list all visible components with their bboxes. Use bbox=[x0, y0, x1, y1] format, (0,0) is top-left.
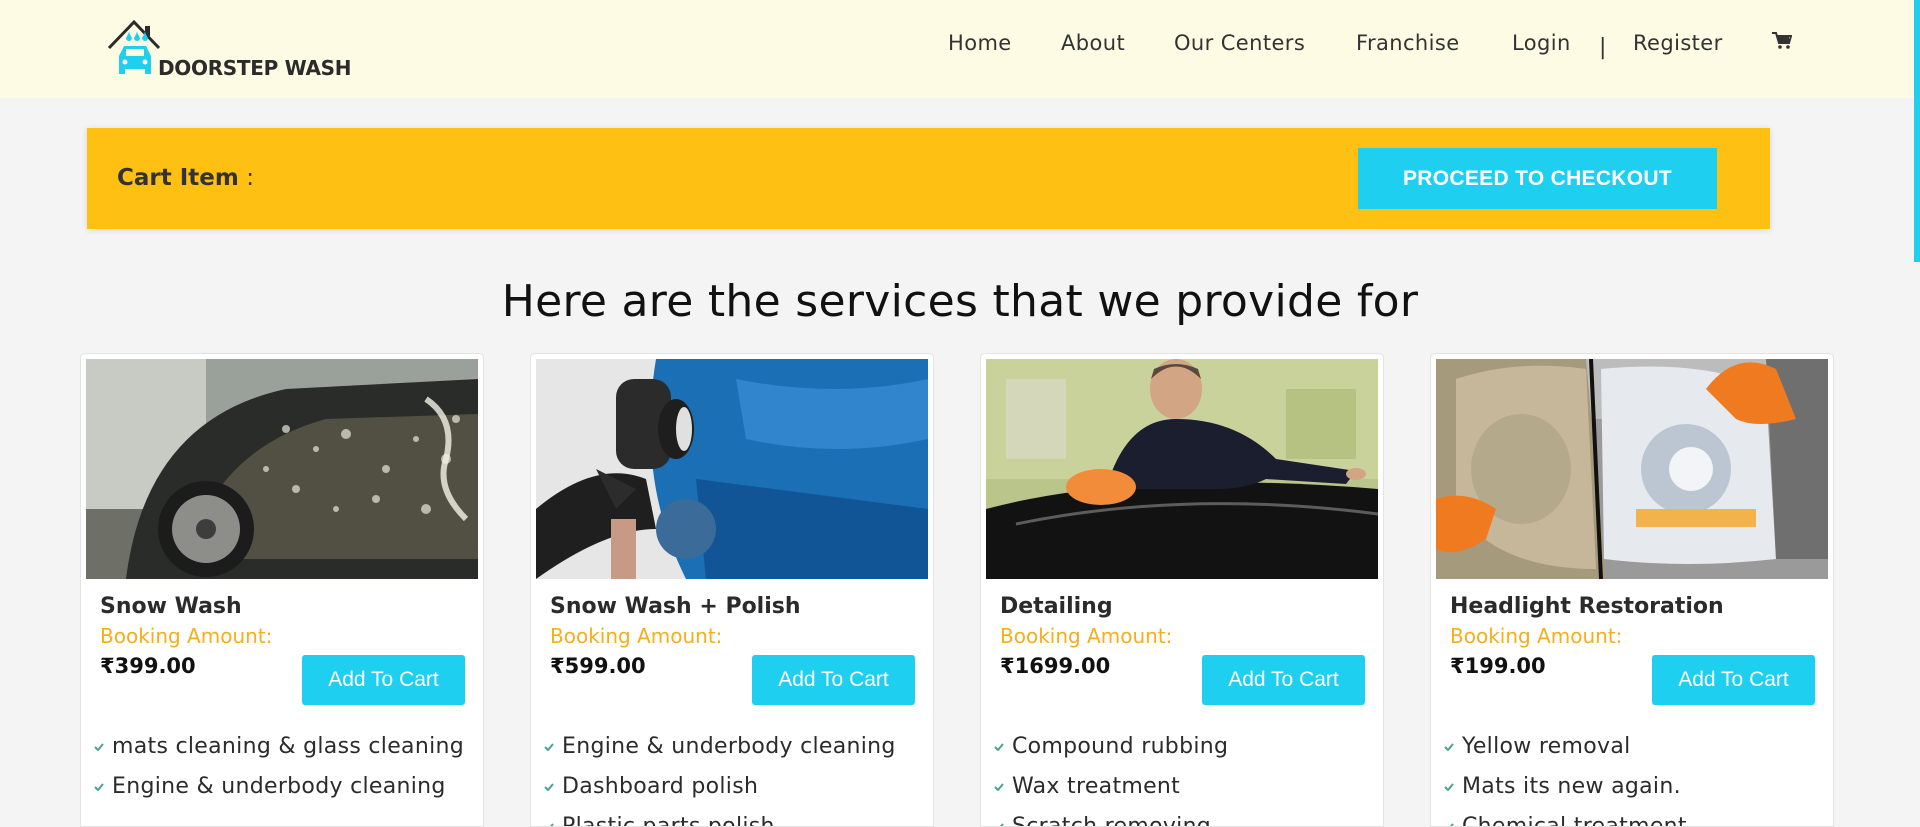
nav-separator: | bbox=[1599, 35, 1607, 60]
service-card: Detailing Booking Amount: ₹1699.00 Add T… bbox=[980, 353, 1384, 827]
shopping-cart-icon[interactable] bbox=[1772, 32, 1792, 50]
cart-item-colon: : bbox=[246, 165, 254, 191]
feature-text: Engine & underbody cleaning bbox=[562, 734, 896, 759]
service-title: Snow Wash + Polish bbox=[550, 594, 801, 619]
service-title: Snow Wash bbox=[100, 594, 242, 619]
feature-item: Chemical treatment bbox=[1444, 811, 1824, 827]
service-price: ₹399.00 bbox=[100, 654, 196, 678]
cart-bar: Cart Item : Proceed to checkout bbox=[87, 128, 1770, 229]
feature-text: Plastic parts polish bbox=[562, 814, 775, 827]
nav-home[interactable]: Home bbox=[948, 31, 1012, 55]
check-icon bbox=[1000, 823, 1004, 826]
feature-text: Scratch removing bbox=[1012, 814, 1212, 827]
feature-list: Compound rubbing Wax treatment Scratch r… bbox=[994, 731, 1374, 827]
services-heading: Here are the services that we provide fo… bbox=[501, 276, 1419, 327]
service-card: Snow Wash + Polish Booking Amount: ₹599.… bbox=[530, 353, 934, 827]
check-icon bbox=[94, 783, 104, 791]
car-detailing-photo bbox=[986, 359, 1378, 579]
check-icon bbox=[550, 823, 554, 826]
service-title: Headlight Restoration bbox=[1450, 594, 1724, 619]
feature-text: Mats its new again. bbox=[1462, 774, 1681, 799]
service-card: Headlight Restoration Booking Amount: ₹1… bbox=[1430, 353, 1834, 827]
feature-item: Engine & underbody cleaning bbox=[544, 731, 924, 763]
booking-amount-label: Booking Amount: bbox=[1000, 624, 1173, 648]
feature-list: Yellow removal Mats its new again. Chemi… bbox=[1444, 731, 1824, 827]
check-icon bbox=[994, 743, 1004, 751]
car-polishing-photo bbox=[536, 359, 928, 579]
feature-text: Yellow removal bbox=[1462, 734, 1631, 759]
feature-item: Mats its new again. bbox=[1444, 771, 1824, 803]
service-price: ₹199.00 bbox=[1450, 654, 1546, 678]
add-to-cart-button[interactable]: Add To Cart bbox=[1652, 655, 1815, 705]
booking-amount-label: Booking Amount: bbox=[550, 624, 723, 648]
check-icon bbox=[1450, 823, 1454, 826]
nav-franchise[interactable]: Franchise bbox=[1356, 31, 1460, 55]
nav-login[interactable]: Login bbox=[1512, 31, 1571, 55]
check-icon bbox=[544, 743, 554, 751]
feature-item: mats cleaning & glass cleaning bbox=[94, 731, 474, 763]
nav-about[interactable]: About bbox=[1061, 31, 1125, 55]
feature-text: Engine & underbody cleaning bbox=[112, 774, 446, 799]
booking-amount-label: Booking Amount: bbox=[1450, 624, 1623, 648]
feature-text: Compound rubbing bbox=[1012, 734, 1229, 759]
feature-text: Wax treatment bbox=[1012, 774, 1181, 799]
feature-item: Scratch removing bbox=[994, 811, 1374, 827]
feature-item: Plastic parts polish bbox=[544, 811, 924, 827]
add-to-cart-button[interactable]: Add To Cart bbox=[752, 655, 915, 705]
page-scrollbar[interactable] bbox=[1914, 0, 1920, 827]
feature-item: Yellow removal bbox=[1444, 731, 1824, 763]
brand-name: DOORSTEP WASH bbox=[158, 56, 352, 80]
feature-list: Engine & underbody cleaning Dashboard po… bbox=[544, 731, 924, 827]
service-title: Detailing bbox=[1000, 594, 1113, 619]
check-icon bbox=[544, 783, 554, 791]
feature-item: Engine & underbody cleaning bbox=[94, 771, 474, 803]
feature-item: Dashboard polish bbox=[544, 771, 924, 803]
feature-item: Compound rubbing bbox=[994, 731, 1374, 763]
check-icon bbox=[994, 783, 1004, 791]
feature-text: Chemical treatment bbox=[1462, 814, 1687, 827]
cart-item-text: Cart Item bbox=[117, 165, 239, 191]
headlight-restoration-photo bbox=[1436, 359, 1828, 579]
feature-text: Dashboard polish bbox=[562, 774, 759, 799]
add-to-cart-button[interactable]: Add To Cart bbox=[1202, 655, 1365, 705]
feature-text: mats cleaning & glass cleaning bbox=[112, 734, 464, 759]
service-price: ₹599.00 bbox=[550, 654, 646, 678]
nav-our-centers[interactable]: Our Centers bbox=[1174, 31, 1305, 55]
cart-item-label: Cart Item : bbox=[117, 165, 254, 191]
car-foam-wash-photo bbox=[86, 359, 478, 579]
service-card: Snow Wash Booking Amount: ₹399.00 Add To… bbox=[80, 353, 484, 827]
proceed-to-checkout-button[interactable]: Proceed to checkout bbox=[1358, 148, 1717, 209]
booking-amount-label: Booking Amount: bbox=[100, 624, 273, 648]
feature-list: mats cleaning & glass cleaning Engine & … bbox=[94, 731, 474, 811]
add-to-cart-button[interactable]: Add To Cart bbox=[302, 655, 465, 705]
scrollbar-thumb[interactable] bbox=[1914, 0, 1920, 262]
service-price: ₹1699.00 bbox=[1000, 654, 1111, 678]
feature-item: Wax treatment bbox=[994, 771, 1374, 803]
check-icon bbox=[1444, 783, 1454, 791]
navbar: DOORSTEP WASH Home About Our Centers Fra… bbox=[0, 0, 1920, 98]
check-icon bbox=[94, 743, 104, 751]
nav-register[interactable]: Register bbox=[1633, 31, 1723, 55]
check-icon bbox=[1444, 743, 1454, 751]
brand-logo[interactable]: DOORSTEP WASH bbox=[107, 20, 367, 82]
